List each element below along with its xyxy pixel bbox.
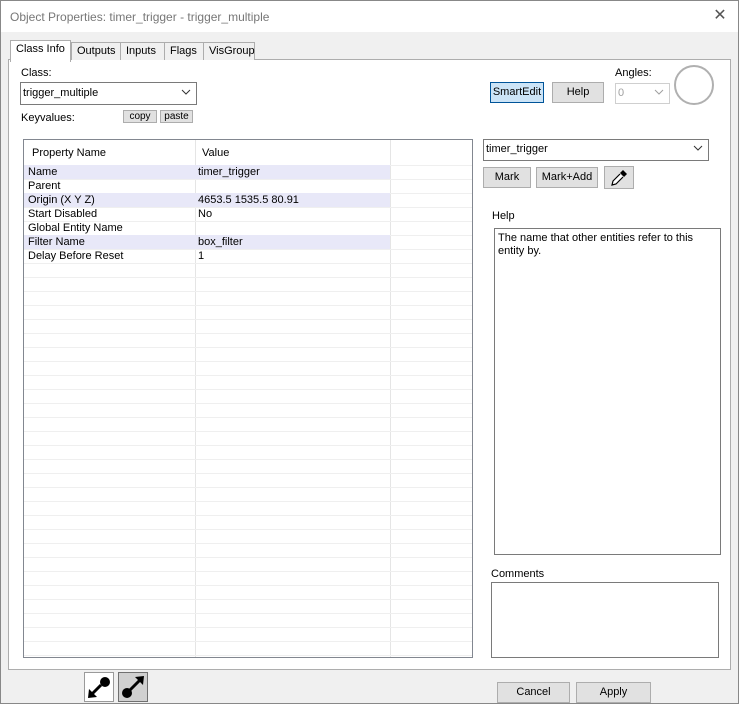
cancel-button[interactable]: Cancel [497,682,570,703]
help-text: The name that other entities refer to th… [498,232,694,257]
tab-flags[interactable]: Flags [164,42,205,60]
grid-row-line [24,277,472,278]
pick-entity-arrow-icon [85,677,113,704]
tab-visgroup[interactable]: VisGroup [203,42,255,60]
grid-row-line [24,417,472,418]
table-row[interactable]: Delay Before Reset 1 [24,249,390,263]
row-property-name: Start Disabled [28,208,98,220]
grid-row-line [24,403,472,404]
grid-header: Property Name Value [24,140,472,166]
row-property-name: Origin (X Y Z) [28,194,95,206]
grid-row-line [24,361,472,362]
grid-row-line [24,263,472,264]
grid-row-line [24,459,472,460]
grid-row-line [24,291,472,292]
grid-row-line [24,585,472,586]
class-label: Class: [21,67,52,79]
tab-class-info[interactable]: Class Info [10,40,71,62]
title-bar: Object Properties: timer_trigger - trigg… [1,1,738,32]
grid-row-line [24,333,472,334]
smartedit-button[interactable]: SmartEdit [490,82,544,103]
class-combobox-value: trigger_multiple [23,87,99,99]
angles-label: Angles: [615,67,652,79]
grid-row-line [24,599,472,600]
grid-row-line [24,501,472,502]
grid-row-line [24,487,472,488]
table-row[interactable]: Origin (X Y Z) 4653.5 1535.5 80.91 [24,193,390,207]
grid-row-line [24,627,472,628]
chevron-down-icon [692,140,704,158]
eyedropper-icon [609,170,629,191]
grid-row-line [24,613,472,614]
comments-header: Comments [491,568,545,580]
value-combobox[interactable]: timer_trigger [483,139,709,161]
row-property-name: Delay Before Reset [28,250,124,262]
close-icon[interactable]: ✕ [710,5,730,27]
chevron-down-icon [180,84,192,102]
row-property-name: Parent [28,180,61,192]
apply-button[interactable]: Apply [576,682,651,703]
grid-row-line [24,557,472,558]
angles-value: 0 [618,87,625,99]
grid-row-line [24,543,472,544]
copy-button[interactable]: copy [123,110,157,123]
table-row[interactable]: Start Disabled No [24,207,390,221]
keyvalues-label: Keyvalues: [21,112,75,124]
grid-row-line [24,431,472,432]
goto-entity-arrow-icon [119,676,147,704]
row-property-name: Global Entity Name [28,222,123,234]
eyedropper-button[interactable] [604,166,634,189]
row-value: No [198,208,213,220]
row-value: 1 [198,250,205,262]
object-properties-window: Object Properties: timer_trigger - trigg… [0,0,739,704]
goto-entity-button[interactable] [118,672,148,702]
grid-row-line [24,445,472,446]
row-property-name: Filter Name [28,236,85,248]
tab-inputs[interactable]: Inputs [120,42,165,60]
header-property-name[interactable]: Property Name [32,147,106,159]
value-combobox-value: timer_trigger [486,143,548,155]
row-value: timer_trigger [198,166,260,178]
grid-row-line [24,319,472,320]
table-row[interactable]: Filter Name box_filter [24,235,390,249]
grid-row-line [24,655,472,656]
mark-add-button[interactable]: Mark+Add [536,167,598,188]
help-header: Help [492,210,515,222]
grid-row-line [24,529,472,530]
grid-row-line [24,375,472,376]
grid-row-line [24,641,472,642]
angles-combobox[interactable]: 0 [615,83,670,104]
grid-row-line [24,515,472,516]
grid-row-line [24,305,472,306]
table-row[interactable]: Parent [24,179,390,193]
row-property-name: Name [28,166,58,178]
table-row[interactable]: Global Entity Name [24,221,390,235]
help-text-box: The name that other entities refer to th… [494,228,721,555]
help-button[interactable]: Help [552,82,604,103]
table-row[interactable]: Name timer_trigger [24,165,390,179]
mark-button[interactable]: Mark [483,167,531,188]
grid-row-line [24,473,472,474]
comments-textarea[interactable] [491,582,719,658]
row-value: 4653.5 1535.5 80.91 [198,194,299,206]
grid-row-line [24,347,472,348]
row-value: box_filter [198,236,243,248]
pick-entity-button[interactable] [84,672,114,702]
grid-row-line [24,389,472,390]
paste-button[interactable]: paste [160,110,193,123]
grid-row-line [24,571,472,572]
angles-dial[interactable] [674,65,714,105]
header-value[interactable]: Value [202,147,229,159]
window-title: Object Properties: timer_trigger - trigg… [10,10,270,24]
keyvalues-grid: Property Name Value Name timer_trigger P… [23,139,473,658]
class-combobox[interactable]: trigger_multiple [20,82,197,105]
chevron-down-icon [653,84,665,102]
tab-outputs[interactable]: Outputs [71,42,122,60]
column-divider [390,140,391,657]
